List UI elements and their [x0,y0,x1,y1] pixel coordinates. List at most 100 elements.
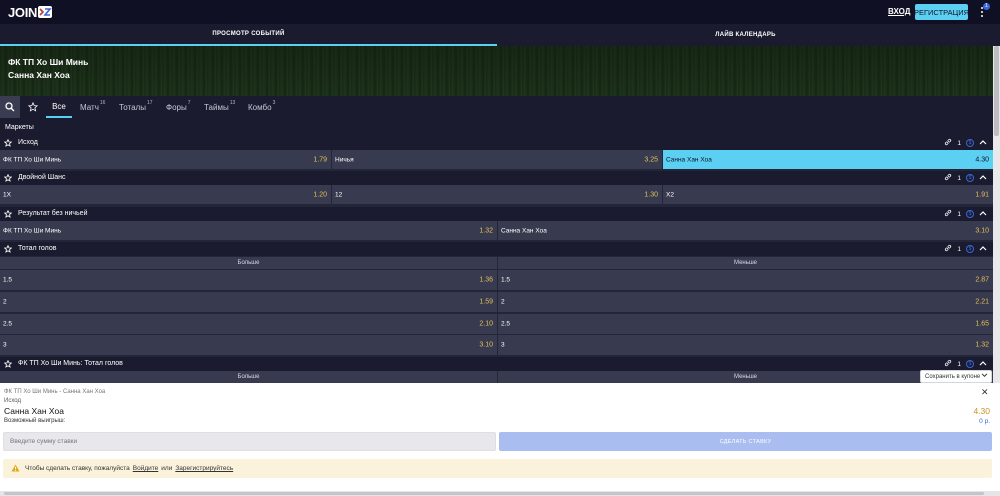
market-title: Исход [18,139,38,146]
warning-register-link[interactable]: Зарегистрируйтесь [175,465,233,472]
odd-value: 1.59 [479,298,493,306]
market-header-double-chance[interactable]: Двойной Шанс 1 $ [0,171,993,185]
filter-tab-combo[interactable]: Комбо 3 [248,96,275,118]
page-scrollbar-thumb[interactable] [994,46,999,136]
link-icon[interactable] [944,209,952,219]
star-icon[interactable] [3,359,13,370]
info-icon[interactable]: $ [966,174,974,182]
total-over-cell[interactable]: 2.5 2.10 [0,314,497,334]
outcome-cell[interactable]: 12 1.30 [332,185,662,204]
collapse-chevron-icon[interactable] [979,139,987,147]
warning-icon [11,464,20,474]
register-button[interactable]: РЕГИСТРАЦИЯ [914,4,969,20]
link-count: 1 [957,245,961,253]
place-bet-button[interactable]: СДЕЛАТЬ СТАВКУ [499,432,992,451]
info-icon[interactable]: $ [966,139,974,147]
link-icon[interactable] [944,359,952,369]
total-under-cell[interactable]: 2 2.21 [498,292,993,312]
market-header-total-goals[interactable]: Тотал голов 1 $ [0,242,993,256]
collapse-chevron-icon[interactable] [979,210,987,218]
odd-value: 3.10 [479,341,493,349]
bet-slip-odd: 4.30 [973,406,990,416]
stake-input[interactable] [3,432,496,451]
bet-slip-match: ФК ТП Хо Ши Минь - Санна Хан Хоа [4,389,106,395]
link-count: 1 [957,360,961,368]
link-icon[interactable] [944,138,952,148]
menu-badge: 1 [983,3,990,10]
filter-tab-handicaps[interactable]: Форы 7 [166,96,191,118]
info-icon[interactable]: $ [966,210,974,218]
total-under-cell[interactable]: 2.5 1.65 [498,314,993,334]
main-nav: ПРОСМОТР СОБЫТИЙ ЛАЙВ КАЛЕНДАРЬ [0,24,1000,46]
market-header-result[interactable]: Исход 1 $ [0,136,993,150]
team-home: ФК ТП Хо Ши Минь [8,57,89,67]
link-icon[interactable] [944,244,952,254]
outcome-cell[interactable]: 1X 1.20 [0,185,331,204]
outcome-cell[interactable]: ФК ТП Хо Ши Минь 1.79 [0,150,331,169]
total-under-cell[interactable]: 3 1.32 [498,335,993,355]
collapse-chevron-icon[interactable] [979,360,987,368]
filter-tab-all[interactable]: Все [46,96,72,118]
link-count: 1 [957,210,961,218]
chevron-down-icon [981,373,988,380]
star-icon[interactable] [3,173,13,184]
outcome-cell[interactable]: Санна Хан Хоа 3.10 [498,221,993,240]
login-warning: Чтобы сделать ставку, пожалуйста Войдите… [3,459,992,478]
bet-slip-pick: Санна Хан Хоа [4,406,64,416]
favorites-star-icon[interactable] [24,96,42,118]
markets-heading: Маркеты [0,118,993,136]
market-title: Двойной Шанс [18,174,66,181]
odd-value: 3.10 [975,227,989,234]
login-link[interactable]: ВХОД [888,7,910,16]
possible-win-value: 0 р. [979,418,990,425]
warning-login-link[interactable]: Войдите [133,465,159,472]
odd-value: 1.32 [479,227,493,234]
odd-value: 1.79 [313,156,327,163]
filter-tab-match[interactable]: Матч 16 [80,96,105,118]
event-banner: ФК ТП Хо Ши Минь Санна Хан Хоа [0,46,993,96]
outcome-cell[interactable]: X2 1.91 [663,185,993,204]
market-title: Результат без ничьей [18,210,88,217]
collapse-chevron-icon[interactable] [979,174,987,182]
star-icon[interactable] [3,209,13,220]
total-over-cell[interactable]: 3 3.10 [0,335,497,355]
bet-slip-market: Исход [4,398,21,404]
odd-value: 3.25 [644,156,658,163]
link-icon[interactable] [944,173,952,183]
star-icon[interactable] [3,244,13,255]
top-bar: JOIN ВХОД РЕГИСТРАЦИЯ 1 [0,0,1000,24]
team-away: Санна Хан Хоа [8,70,70,80]
filter-tab-totals[interactable]: Тоталы 17 [119,96,153,118]
odd-value: 2.10 [479,320,493,328]
market-header-home-total[interactable]: ФК ТП Хо Ши Минь: Тотал голов 1 $ [0,357,993,371]
collapse-chevron-icon[interactable] [979,245,987,253]
link-count: 1 [957,139,961,147]
column-header-over: Больше [0,257,497,269]
link-count: 1 [957,174,961,182]
tab-events[interactable]: ПРОСМОТР СОБЫТИЙ [0,24,497,46]
market-title: Тотал голов [18,245,57,252]
tab-live-calendar[interactable]: ЛАЙВ КАЛЕНДАРЬ [497,24,994,46]
star-icon[interactable] [3,138,13,149]
outcome-cell[interactable]: ФК ТП Хо Ши Минь 1.32 [0,221,497,240]
horizontal-scrollbar[interactable] [0,491,1000,496]
filter-tab-halves[interactable]: Таймы 13 [204,96,235,118]
odd-value: 1.32 [975,341,989,349]
bet-slip: ФК ТП Хо Ши Минь - Санна Хан Хоа ✕ Исход… [0,383,1000,496]
odd-value: 2.87 [975,276,989,284]
info-icon[interactable]: $ [966,360,974,368]
total-over-cell[interactable]: 2 1.59 [0,292,497,312]
close-icon[interactable]: ✕ [981,387,989,398]
odd-value: 1.65 [975,320,989,328]
outcome-cell-selected[interactable]: Санна Хан Хоа 4.30 [663,150,993,169]
outcome-cell[interactable]: Ничья 3.25 [332,150,662,169]
brand-logo[interactable]: JOIN [8,4,53,20]
search-icon[interactable] [0,96,20,118]
odd-value: 4.30 [975,156,989,163]
save-in-coupon-dropdown[interactable]: Сохранить в купоне [920,370,992,383]
odd-value: 1.20 [313,191,327,198]
market-header-draw-no-bet[interactable]: Результат без ничьей 1 $ [0,207,993,221]
total-over-cell[interactable]: 1.5 1.36 [0,270,497,290]
total-under-cell[interactable]: 1.5 2.87 [498,270,993,290]
info-icon[interactable]: $ [966,245,974,253]
